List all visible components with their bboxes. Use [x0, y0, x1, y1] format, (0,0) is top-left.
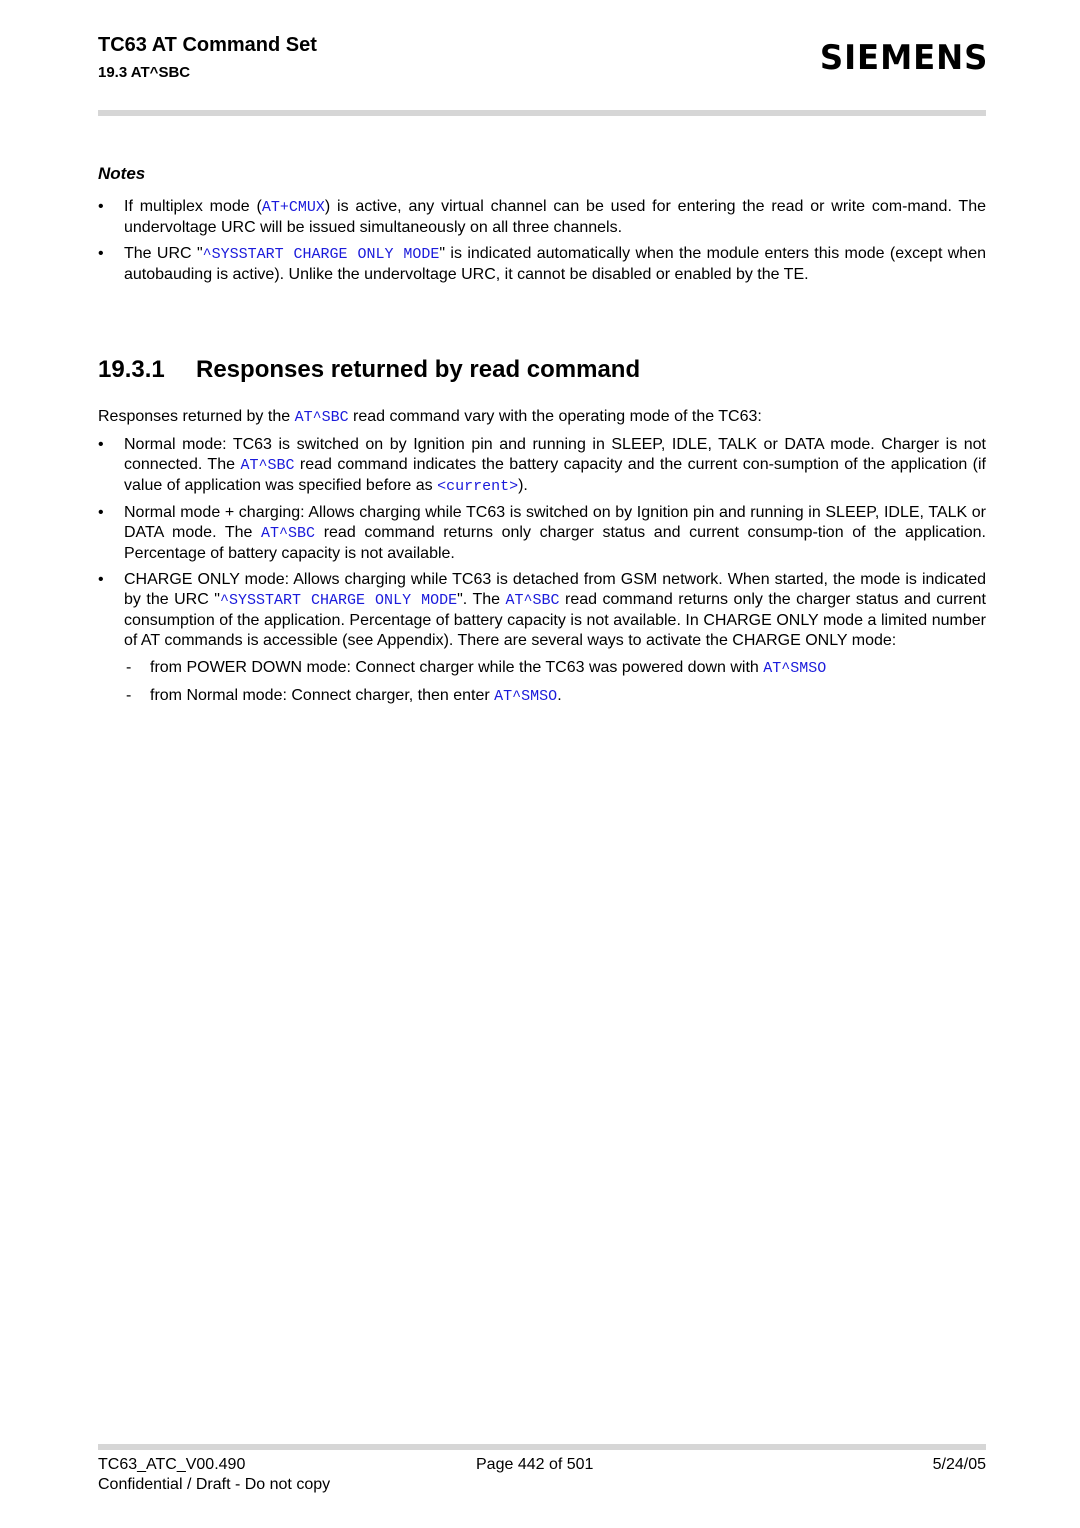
command-link[interactable]: AT+CMUX [262, 199, 325, 216]
text: from Normal mode: Connect charger, then … [150, 687, 495, 704]
text: Responses returned by the [98, 408, 295, 425]
siemens-logo: SIEMENS [819, 38, 988, 78]
urc-link[interactable]: ^SYSSTART CHARGE ONLY MODE [220, 592, 457, 609]
note-item: The URC "^SYSSTART CHARGE ONLY MODE" is … [98, 244, 986, 285]
text: . [557, 687, 562, 704]
header-divider [98, 110, 986, 116]
document-title: TC63 AT Command Set [98, 34, 317, 56]
command-link[interactable]: AT^SMSO [763, 660, 826, 677]
command-link[interactable]: AT^SBC [506, 592, 560, 609]
mode-item-charge-only: CHARGE ONLY mode: Allows charging while … [98, 570, 986, 707]
command-link[interactable]: AT^SBC [261, 525, 315, 542]
page-number: Page 442 of 501 [476, 1456, 594, 1473]
text: If multiplex mode ( [124, 198, 262, 215]
urc-link[interactable]: ^SYSSTART CHARGE ONLY MODE [203, 246, 440, 263]
mode-item-charging: Normal mode + charging: Allows charging … [98, 503, 986, 564]
doc-id: TC63_ATC_V00.490 [98, 1456, 246, 1473]
notes-list: If multiplex mode (AT+CMUX) is active, a… [98, 197, 986, 291]
activation-item: from Normal mode: Connect charger, then … [124, 686, 986, 707]
section-heading: 19.3.1 Responses returned by read command [98, 356, 640, 384]
command-link[interactable]: AT^SMSO [494, 688, 557, 705]
confidential-note: Confidential / Draft - Do not copy [98, 1476, 331, 1493]
parameter-link[interactable]: <current> [437, 478, 518, 495]
mode-item-normal: Normal mode: TC63 is switched on by Igni… [98, 435, 986, 497]
intro-paragraph: Responses returned by the AT^SBC read co… [98, 407, 986, 428]
note-item: If multiplex mode (AT+CMUX) is active, a… [98, 197, 986, 238]
command-link[interactable]: AT^SBC [295, 409, 349, 426]
footer-divider [98, 1444, 986, 1450]
notes-heading: Notes [98, 164, 146, 183]
text: ). [518, 477, 528, 494]
section-body: Responses returned by the AT^SBC read co… [98, 407, 986, 714]
section-header: 19.3 AT^SBC [98, 64, 191, 81]
text: from POWER DOWN mode: Connect charger wh… [150, 659, 764, 676]
text: read command vary with the operating mod… [348, 408, 762, 425]
doc-date: 5/24/05 [932, 1456, 986, 1473]
text: ". The [457, 591, 506, 608]
activation-item: from POWER DOWN mode: Connect charger wh… [124, 658, 986, 679]
section-number: 19.3.1 [98, 356, 165, 383]
command-link[interactable]: AT^SBC [240, 457, 294, 474]
section-title: Responses returned by read command [196, 356, 641, 383]
text: The URC " [124, 245, 203, 262]
